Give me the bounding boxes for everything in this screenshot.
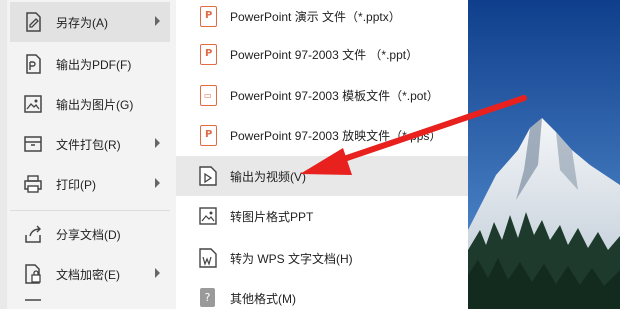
submenu-item-label: 输出为视频(V) (230, 169, 306, 184)
menu-item-export-image[interactable]: 输出为图片(G) (10, 84, 170, 124)
save-as-icon (22, 11, 44, 33)
menu-item-label: 另存为(A) (56, 15, 108, 30)
submenu-item-other-format[interactable]: ? 其他格式(M) (176, 278, 468, 318)
submenu-item-wps-doc[interactable]: 转为 WPS 文字文档(H) (176, 238, 468, 278)
submenu-arrow-icon (155, 138, 160, 148)
menu-item-export-pdf[interactable]: 输出为PDF(F) (10, 44, 170, 84)
menu-item-save-as[interactable]: 另存为(A) (10, 2, 170, 42)
submenu-item-label: 转图片格式PPT (230, 209, 314, 224)
wps-doc-icon (198, 247, 218, 269)
submenu-item-label: PowerPoint 97-2003 文件 （*.ppt） (230, 47, 419, 62)
submenu-item-picture-ppt[interactable]: 转图片格式PPT (176, 196, 468, 236)
file-menu-panel: 另存为(A) 输出为PDF(F) 输出为图片(G) 文件打包(R) 打印(P) … (0, 0, 176, 309)
other-format-icon: ? (198, 287, 218, 309)
submenu-arrow-icon (155, 268, 160, 278)
submenu-item-pot[interactable]: ▭ PowerPoint 97-2003 模板文件（*.pot） (176, 75, 468, 115)
printer-icon (22, 173, 44, 195)
menu-item-label: 输出为PDF(F) (56, 57, 132, 72)
submenu-item-label: PowerPoint 97-2003 放映文件（*.pps） (230, 128, 442, 143)
submenu-item-label: PowerPoint 97-2003 模板文件（*.pot） (230, 88, 439, 103)
pdf-export-icon (22, 53, 44, 75)
image-export-icon (22, 93, 44, 115)
share-icon (22, 223, 44, 245)
menu-item-label: 分享文档(D) (56, 227, 121, 242)
submenu-item-pptx[interactable]: P PowerPoint 演示 文件（*.pptx） (176, 0, 468, 36)
submenu-item-export-video[interactable]: 输出为视频(V) (176, 156, 468, 196)
pptx-file-icon: P (198, 5, 218, 27)
submenu-item-label: 转为 WPS 文字文档(H) (230, 251, 353, 266)
picture-ppt-icon (198, 205, 218, 227)
submenu-arrow-icon (155, 178, 160, 188)
pps-file-icon: P (198, 124, 218, 146)
menu-item-label: 打印(P) (56, 177, 96, 192)
submenu-item-ppt[interactable]: P PowerPoint 97-2003 文件 （*.ppt） (176, 34, 468, 74)
menu-item-package[interactable]: 文件打包(R) (10, 124, 170, 164)
menu-item-label: 文档加密(E) (56, 267, 120, 282)
menu-item-encrypt[interactable]: 文档加密(E) (10, 254, 170, 294)
submenu-arrow-icon (155, 16, 160, 26)
menu-item-label: 文件打包(R) (56, 137, 121, 152)
package-icon (22, 133, 44, 155)
menu-item-label: 输出为图片(G) (56, 97, 134, 112)
submenu-item-label: 其他格式(M) (230, 291, 296, 306)
menu-divider (10, 210, 170, 211)
menu-edge (0, 0, 7, 309)
menu-item-print[interactable]: 打印(P) (10, 164, 170, 204)
menu-item-share[interactable]: 分享文档(D) (10, 214, 170, 254)
submenu-item-pps[interactable]: P PowerPoint 97-2003 放映文件（*.pps） (176, 115, 468, 155)
menu-item-partial[interactable] (10, 296, 170, 310)
folder-icon (22, 292, 44, 314)
ppt-file-icon: P (198, 43, 218, 65)
submenu-item-label: PowerPoint 演示 文件（*.pptx） (230, 9, 401, 24)
background-mountain-photo (468, 0, 620, 309)
save-as-submenu: P PowerPoint 演示 文件（*.pptx） P PowerPoint … (176, 0, 468, 309)
lock-document-icon (22, 263, 44, 285)
video-export-icon (198, 165, 218, 187)
pot-file-icon: ▭ (198, 84, 218, 106)
